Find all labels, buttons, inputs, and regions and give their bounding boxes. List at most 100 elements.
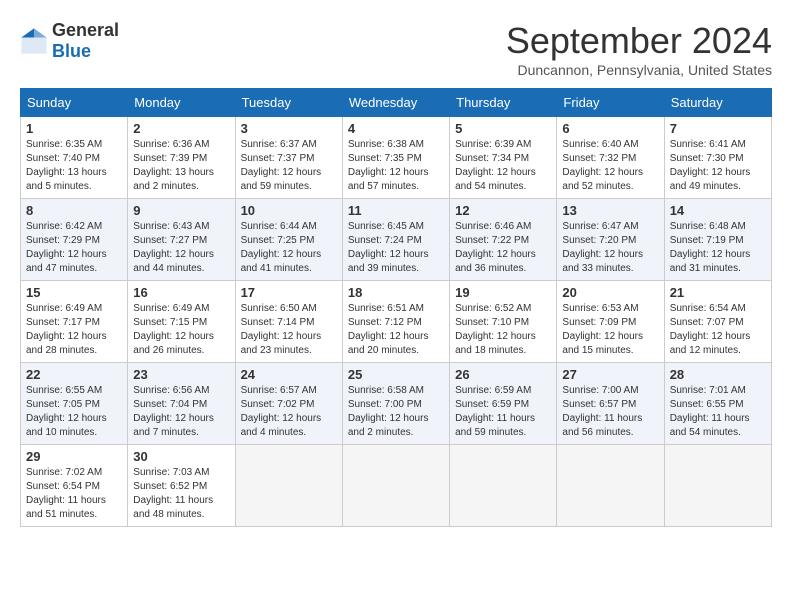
calendar-cell: 10 Sunrise: 6:44 AM Sunset: 7:25 PM Dayli… [235, 199, 342, 281]
logo-general: General [52, 20, 119, 40]
day-info: Sunrise: 6:56 AM Sunset: 7:04 PM Dayligh… [133, 384, 229, 440]
calendar-cell: 1 Sunrise: 6:35 AM Sunset: 7:40 PM Daylig… [21, 117, 128, 199]
day-info: Sunrise: 6:37 AM Sunset: 7:37 PM Dayligh… [241, 138, 337, 194]
day-number: 9 [133, 203, 229, 218]
day-info: Sunrise: 6:46 AM Sunset: 7:22 PM Dayligh… [455, 220, 551, 276]
day-number: 22 [26, 367, 122, 382]
day-info: Sunrise: 6:42 AM Sunset: 7:29 PM Dayligh… [26, 220, 122, 276]
day-number: 7 [670, 121, 766, 136]
calendar-week-3: 15 Sunrise: 6:49 AM Sunset: 7:17 PM Dayli… [21, 281, 772, 363]
day-info: Sunrise: 6:43 AM Sunset: 7:27 PM Dayligh… [133, 220, 229, 276]
calendar-cell: 15 Sunrise: 6:49 AM Sunset: 7:17 PM Dayli… [21, 281, 128, 363]
day-number: 20 [562, 285, 658, 300]
header-thursday: Thursday [450, 89, 557, 117]
day-info: Sunrise: 6:58 AM Sunset: 7:00 PM Dayligh… [348, 384, 444, 440]
logo-text: General Blue [52, 20, 119, 62]
day-number: 3 [241, 121, 337, 136]
calendar-cell: 23Sunrise: 6:56 AM Sunset: 7:04 PM Dayli… [128, 363, 235, 445]
day-info: Sunrise: 6:39 AM Sunset: 7:34 PM Dayligh… [455, 138, 551, 194]
calendar-cell [342, 445, 449, 527]
day-info: Sunrise: 6:35 AM Sunset: 7:40 PM Dayligh… [26, 138, 122, 194]
calendar-cell: 19 Sunrise: 6:52 AM Sunset: 7:10 PM Dayli… [450, 281, 557, 363]
calendar-cell: 6 Sunrise: 6:40 AM Sunset: 7:32 PM Daylig… [557, 117, 664, 199]
calendar-cell: 4 Sunrise: 6:38 AM Sunset: 7:35 PM Daylig… [342, 117, 449, 199]
day-number: 1 [26, 121, 122, 136]
header-saturday: Saturday [664, 89, 771, 117]
day-info: Sunrise: 6:53 AM Sunset: 7:09 PM Dayligh… [562, 302, 658, 358]
calendar-header-row: SundayMondayTuesdayWednesdayThursdayFrid… [21, 89, 772, 117]
day-info: Sunrise: 6:49 AM Sunset: 7:17 PM Dayligh… [26, 302, 122, 358]
day-number: 15 [26, 285, 122, 300]
logo: General Blue [20, 20, 119, 62]
day-number: 28 [670, 367, 766, 382]
calendar-cell: 16Sunrise: 6:49 AM Sunset: 7:15 PM Dayli… [128, 281, 235, 363]
day-info: Sunrise: 6:47 AM Sunset: 7:20 PM Dayligh… [562, 220, 658, 276]
day-info: Sunrise: 6:54 AM Sunset: 7:07 PM Dayligh… [670, 302, 766, 358]
header-friday: Friday [557, 89, 664, 117]
day-info: Sunrise: 6:45 AM Sunset: 7:24 PM Dayligh… [348, 220, 444, 276]
header-tuesday: Tuesday [235, 89, 342, 117]
day-number: 18 [348, 285, 444, 300]
day-info: Sunrise: 6:55 AM Sunset: 7:05 PM Dayligh… [26, 384, 122, 440]
day-info: Sunrise: 6:38 AM Sunset: 7:35 PM Dayligh… [348, 138, 444, 194]
calendar-cell: 20 Sunrise: 6:53 AM Sunset: 7:09 PM Dayli… [557, 281, 664, 363]
month-title: September 2024 [506, 20, 772, 62]
day-number: 5 [455, 121, 551, 136]
day-info: Sunrise: 6:41 AM Sunset: 7:30 PM Dayligh… [670, 138, 766, 194]
day-info: Sunrise: 6:52 AM Sunset: 7:10 PM Dayligh… [455, 302, 551, 358]
calendar-cell: 7 Sunrise: 6:41 AM Sunset: 7:30 PM Daylig… [664, 117, 771, 199]
page-header: General Blue September 2024 Duncannon, P… [20, 20, 772, 78]
title-block: September 2024 Duncannon, Pennsylvania, … [506, 20, 772, 78]
day-info: Sunrise: 6:51 AM Sunset: 7:12 PM Dayligh… [348, 302, 444, 358]
day-number: 17 [241, 285, 337, 300]
day-info: Sunrise: 6:40 AM Sunset: 7:32 PM Dayligh… [562, 138, 658, 194]
calendar-cell: 24Sunrise: 6:57 AM Sunset: 7:02 PM Dayli… [235, 363, 342, 445]
calendar-week-4: 22 Sunrise: 6:55 AM Sunset: 7:05 PM Dayli… [21, 363, 772, 445]
calendar-table: SundayMondayTuesdayWednesdayThursdayFrid… [20, 88, 772, 527]
day-info: Sunrise: 7:01 AM Sunset: 6:55 PM Dayligh… [670, 384, 766, 440]
header-wednesday: Wednesday [342, 89, 449, 117]
calendar-cell [450, 445, 557, 527]
day-info: Sunrise: 6:48 AM Sunset: 7:19 PM Dayligh… [670, 220, 766, 276]
day-number: 19 [455, 285, 551, 300]
day-info: Sunrise: 7:00 AM Sunset: 6:57 PM Dayligh… [562, 384, 658, 440]
day-number: 16 [133, 285, 229, 300]
calendar-cell: 17Sunrise: 6:50 AM Sunset: 7:14 PM Dayli… [235, 281, 342, 363]
calendar-cell: 11 Sunrise: 6:45 AM Sunset: 7:24 PM Dayli… [342, 199, 449, 281]
calendar-cell [557, 445, 664, 527]
calendar-cell: 5 Sunrise: 6:39 AM Sunset: 7:34 PM Daylig… [450, 117, 557, 199]
day-number: 27 [562, 367, 658, 382]
day-number: 4 [348, 121, 444, 136]
day-number: 26 [455, 367, 551, 382]
calendar-cell: 21 Sunrise: 6:54 AM Sunset: 7:07 PM Dayli… [664, 281, 771, 363]
calendar-cell: 28 Sunrise: 7:01 AM Sunset: 6:55 PM Dayli… [664, 363, 771, 445]
logo-icon [20, 27, 48, 55]
calendar-cell: 2 Sunrise: 6:36 AM Sunset: 7:39 PM Daylig… [128, 117, 235, 199]
header-monday: Monday [128, 89, 235, 117]
calendar-cell: 13Sunrise: 6:47 AM Sunset: 7:20 PM Dayli… [557, 199, 664, 281]
calendar-cell: 14Sunrise: 6:48 AM Sunset: 7:19 PM Dayli… [664, 199, 771, 281]
calendar-cell: 29 Sunrise: 7:02 AM Sunset: 6:54 PM Dayli… [21, 445, 128, 527]
day-info: Sunrise: 7:03 AM Sunset: 6:52 PM Dayligh… [133, 466, 229, 522]
day-number: 12 [455, 203, 551, 218]
day-number: 11 [348, 203, 444, 218]
day-info: Sunrise: 6:59 AM Sunset: 6:59 PM Dayligh… [455, 384, 551, 440]
day-info: Sunrise: 6:44 AM Sunset: 7:25 PM Dayligh… [241, 220, 337, 276]
day-number: 29 [26, 449, 122, 464]
calendar-week-5: 29 Sunrise: 7:02 AM Sunset: 6:54 PM Dayli… [21, 445, 772, 527]
calendar-cell: 18 Sunrise: 6:51 AM Sunset: 7:12 PM Dayli… [342, 281, 449, 363]
day-number: 10 [241, 203, 337, 218]
day-number: 21 [670, 285, 766, 300]
day-number: 8 [26, 203, 122, 218]
calendar-cell: 3 Sunrise: 6:37 AM Sunset: 7:37 PM Daylig… [235, 117, 342, 199]
calendar-cell: 25Sunrise: 6:58 AM Sunset: 7:00 PM Dayli… [342, 363, 449, 445]
day-number: 2 [133, 121, 229, 136]
day-info: Sunrise: 6:36 AM Sunset: 7:39 PM Dayligh… [133, 138, 229, 194]
calendar-week-1: 1 Sunrise: 6:35 AM Sunset: 7:40 PM Daylig… [21, 117, 772, 199]
location: Duncannon, Pennsylvania, United States [506, 62, 772, 78]
day-info: Sunrise: 7:02 AM Sunset: 6:54 PM Dayligh… [26, 466, 122, 522]
header-sunday: Sunday [21, 89, 128, 117]
day-number: 6 [562, 121, 658, 136]
calendar-cell: 22 Sunrise: 6:55 AM Sunset: 7:05 PM Dayli… [21, 363, 128, 445]
day-number: 24 [241, 367, 337, 382]
